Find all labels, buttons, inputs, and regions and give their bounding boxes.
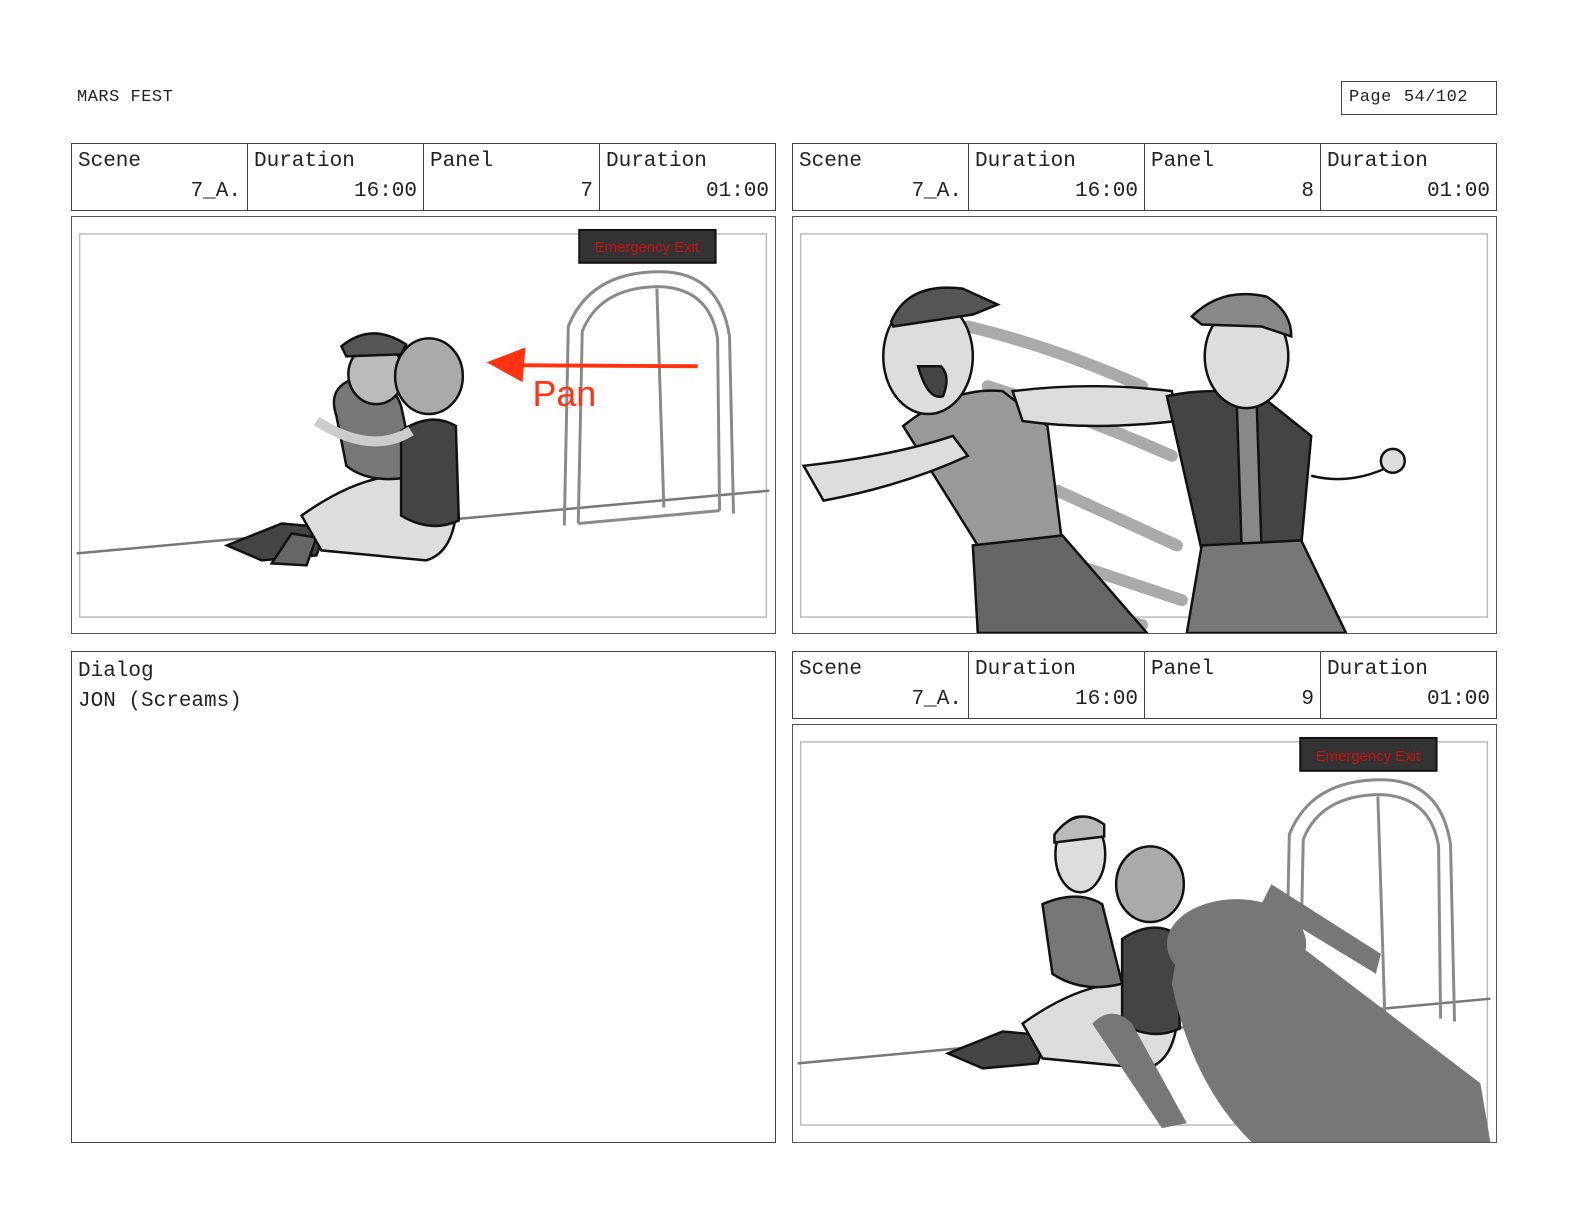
dialog-label: Dialog [78, 660, 154, 683]
scene-value: 7_A. [911, 688, 962, 711]
scene-value: 7_A. [190, 180, 241, 203]
panel-9-frame[interactable]: Emergency Exit [792, 724, 1497, 1143]
panel-number-value: 8 [1301, 180, 1314, 203]
panel-number-value: 9 [1301, 688, 1314, 711]
emergency-exit-sign: Emergency Exit [1299, 736, 1438, 772]
jon-character [801, 286, 1149, 633]
panel-7-header: Scene 7_A. Duration 16:00 Panel 7 Duration 0… [71, 143, 776, 211]
panel-cell: Panel 7 [424, 144, 600, 210]
duration-label: Duration [254, 150, 355, 173]
panel-number-value: 7 [580, 180, 593, 203]
scene-label: Scene [78, 150, 142, 173]
scene-duration-cell: Duration 16:00 [969, 652, 1145, 718]
panel-duration-cell: Duration 01:00 [600, 144, 775, 210]
page-indicator: Page 54/102 [1341, 81, 1497, 115]
panel-duration-cell: Duration 01:00 [1321, 144, 1496, 210]
scene-duration-value: 16:00 [353, 180, 417, 203]
svg-text:Emergency Exit: Emergency Exit [595, 239, 700, 256]
panel-cell: Panel 8 [1145, 144, 1321, 210]
scene-duration-cell: Duration 16:00 [248, 144, 424, 210]
scene-cell: Scene 7_A. [72, 144, 248, 210]
dialog-box: Dialog JON (Screams) [71, 651, 776, 1143]
emergency-exit-sign: Emergency Exit [578, 228, 717, 264]
pan-annotation: Pan [532, 374, 596, 414]
page-label: Page [1349, 88, 1392, 107]
duration-label: Duration [975, 150, 1076, 173]
scene-duration-value: 16:00 [1074, 180, 1138, 203]
svg-text:Emergency Exit: Emergency Exit [1316, 748, 1421, 765]
panel-7-frame[interactable]: Emergency Exit Pan [71, 216, 776, 634]
panel-8-frame[interactable] [792, 216, 1497, 634]
dialog-text: JON (Screams) [78, 690, 242, 713]
panel-7-drawing: Emergency Exit Pan [76, 228, 770, 618]
panel-label: Panel [1151, 658, 1215, 681]
project-title: MARS FEST [77, 88, 174, 107]
pan-arrow: Pan [486, 347, 698, 414]
scene-label: Scene [799, 150, 863, 173]
panel-9-drawing: Emergency Exit [797, 736, 1491, 1142]
duration-label: Duration [975, 658, 1076, 681]
duration-label: Duration [1327, 658, 1428, 681]
scene-cell: Scene 7_A. [793, 652, 969, 718]
scene-duration-value: 16:00 [1074, 688, 1138, 711]
panel-duration-cell: Duration 01:00 [1321, 652, 1496, 718]
panel-9-header: Scene 7_A. Duration 16:00 Panel 9 Duration 0… [792, 651, 1497, 719]
panel-duration-value: 01:00 [705, 180, 769, 203]
duration-label: Duration [606, 150, 707, 173]
panel-8-header: Scene 7_A. Duration 16:00 Panel 8 Duration 0… [792, 143, 1497, 211]
hugging-couple [223, 332, 465, 567]
panel-8-drawing [799, 233, 1489, 633]
scene-value: 7_A. [911, 180, 962, 203]
page-number: 54/102 [1403, 88, 1469, 107]
duration-label: Duration [1327, 150, 1428, 173]
scene-label: Scene [799, 658, 863, 681]
panel-duration-value: 01:00 [1426, 688, 1490, 711]
panel-label: Panel [1151, 150, 1215, 173]
panel-label: Panel [430, 150, 494, 173]
scene-duration-cell: Duration 16:00 [969, 144, 1145, 210]
surprised-couple [944, 815, 1186, 1070]
scene-cell: Scene 7_A. [793, 144, 969, 210]
panel-duration-value: 01:00 [1426, 180, 1490, 203]
panel-cell: Panel 9 [1145, 652, 1321, 718]
